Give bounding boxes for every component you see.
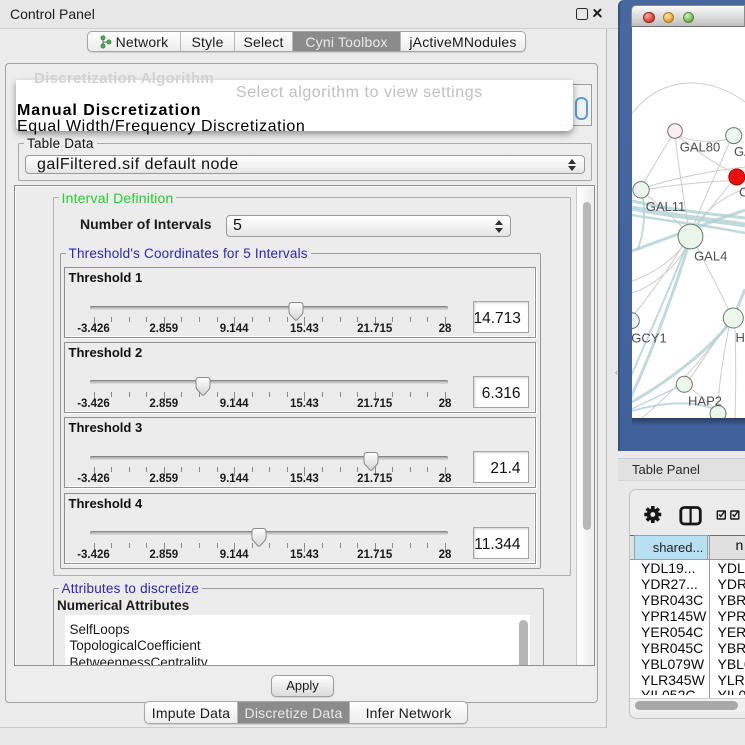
svg-text:HAP2: HAP2 (688, 394, 722, 409)
svg-text:GCY1: GCY1 (632, 331, 667, 346)
svg-text:GAL80: GAL80 (680, 140, 720, 155)
svg-text:C: C (739, 185, 745, 200)
svg-text:H: H (736, 330, 745, 345)
svg-text:GAL4: GAL4 (694, 249, 727, 264)
svg-text:GA: GA (734, 144, 745, 159)
svg-text:GAL11: GAL11 (646, 199, 686, 214)
